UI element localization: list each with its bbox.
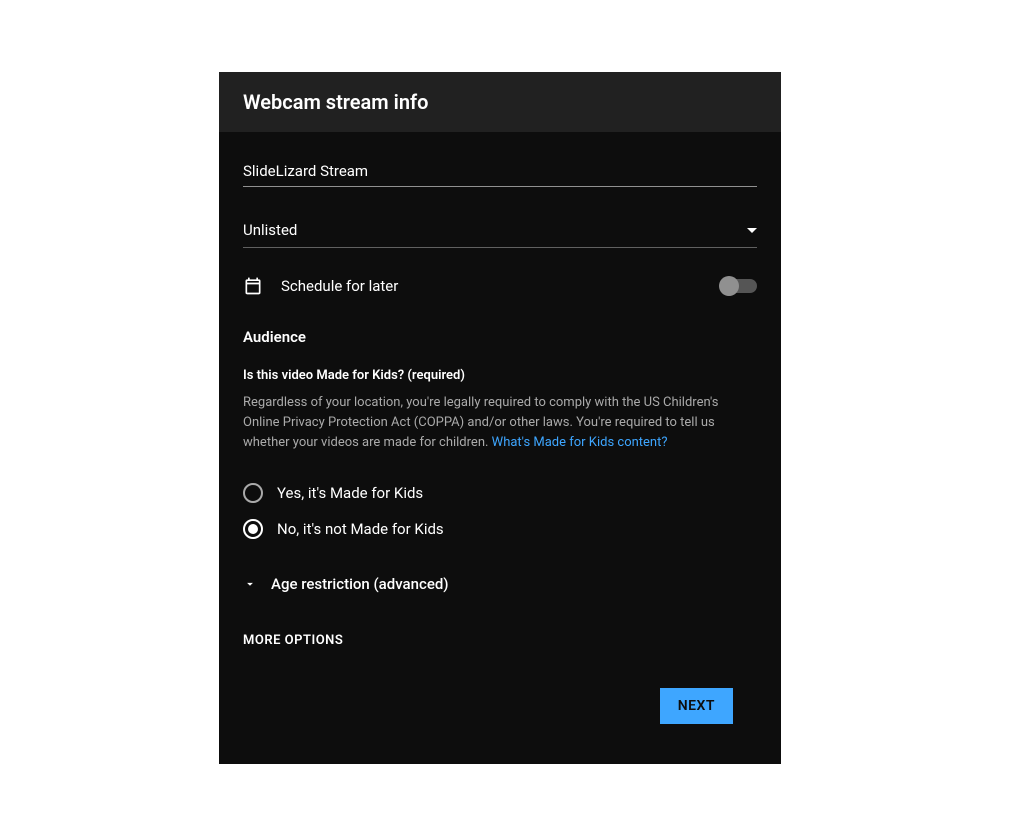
schedule-label: Schedule for later — [281, 277, 398, 295]
dropdown-arrow-icon — [747, 228, 757, 233]
made-for-kids-description: Regardless of your location, you're lega… — [243, 393, 757, 453]
radio-icon — [243, 483, 263, 503]
radio-icon — [243, 519, 263, 539]
chevron-down-icon — [243, 577, 257, 591]
audience-heading: Audience — [243, 328, 757, 346]
calendar-icon — [243, 276, 263, 296]
radio-yes-made-for-kids[interactable]: Yes, it's Made for Kids — [243, 475, 757, 511]
dialog-body: Unlisted Schedule for later Audience Is … — [219, 132, 781, 764]
schedule-toggle[interactable] — [721, 279, 757, 293]
age-restriction-expand[interactable]: Age restriction (advanced) — [243, 575, 757, 593]
made-for-kids-link[interactable]: What's Made for Kids content? — [492, 435, 668, 450]
dialog-header: Webcam stream info — [219, 72, 781, 132]
next-button[interactable]: NEXT — [660, 688, 733, 724]
age-restriction-label: Age restriction (advanced) — [271, 575, 449, 593]
made-for-kids-radio-group: Yes, it's Made for Kids No, it's not Mad… — [243, 475, 757, 547]
visibility-dropdown[interactable]: Unlisted — [243, 215, 757, 248]
webcam-stream-dialog: Webcam stream info Unlisted Schedule for… — [219, 72, 781, 764]
more-options-button[interactable]: MORE OPTIONS — [243, 633, 757, 648]
visibility-selected-label: Unlisted — [243, 221, 297, 239]
stream-title-input[interactable] — [243, 156, 757, 187]
made-for-kids-question: Is this video Made for Kids? (required) — [243, 368, 757, 383]
radio-label: Yes, it's Made for Kids — [277, 484, 423, 502]
radio-label: No, it's not Made for Kids — [277, 520, 444, 538]
radio-dot-icon — [248, 524, 258, 534]
radio-no-not-made-for-kids[interactable]: No, it's not Made for Kids — [243, 511, 757, 547]
toggle-knob — [719, 276, 739, 296]
dialog-title: Webcam stream info — [243, 90, 757, 114]
schedule-row: Schedule for later — [243, 276, 757, 296]
dialog-footer: NEXT — [243, 688, 757, 744]
schedule-left: Schedule for later — [243, 276, 398, 296]
